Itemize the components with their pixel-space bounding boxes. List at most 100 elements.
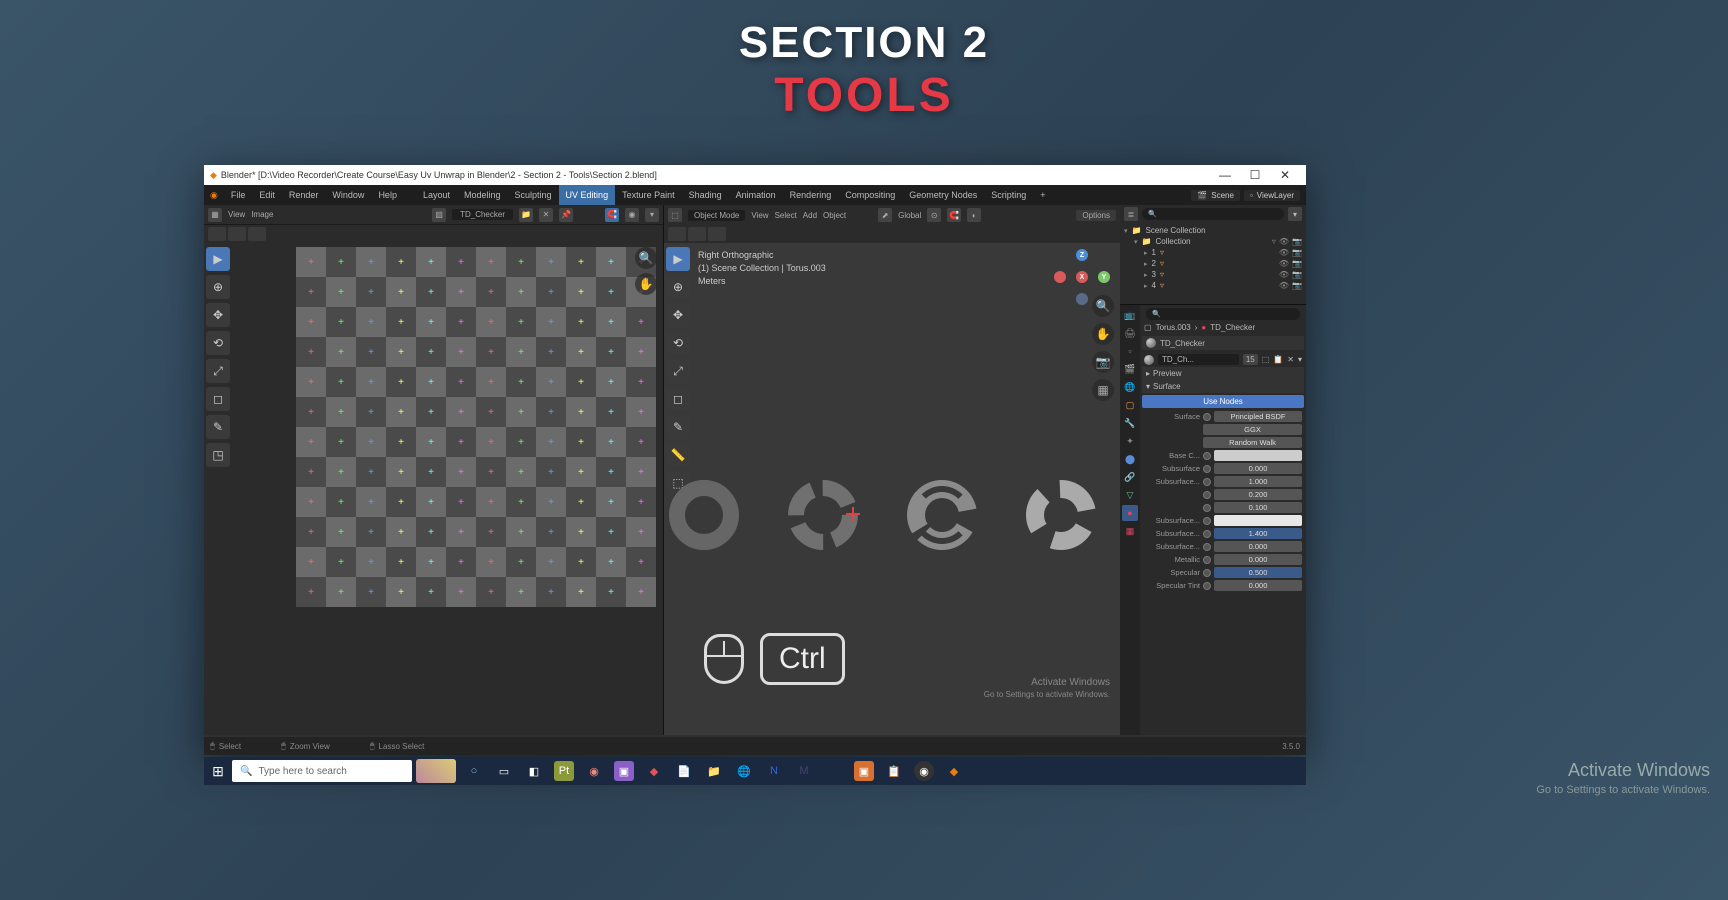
ws-animation[interactable]: Animation — [729, 185, 783, 205]
image-icon[interactable]: ▨ — [432, 208, 446, 222]
uv-edge-mode[interactable] — [228, 227, 246, 241]
node-socket-icon[interactable] — [1203, 452, 1211, 460]
ws-add[interactable]: + — [1033, 185, 1052, 205]
material-new-icon[interactable]: ⬚ — [1262, 355, 1270, 364]
ptab-scene[interactable]: 🎬 — [1122, 361, 1138, 377]
uv-tool-scale[interactable]: ⤢ — [206, 359, 230, 383]
vp-options[interactable]: Options — [1076, 210, 1116, 221]
menu-window[interactable]: Window — [325, 185, 371, 205]
prop-edit-icon[interactable]: ◐ — [967, 208, 981, 222]
surface-shader[interactable]: Principled BSDF — [1214, 411, 1302, 422]
ptab-physics[interactable]: ⬤ — [1122, 451, 1138, 467]
vp-tool-measure[interactable]: 📏 — [666, 443, 690, 467]
distribution-dropdown[interactable]: GGX — [1203, 424, 1302, 435]
value-slider[interactable]: 1.000 — [1214, 476, 1302, 487]
value-slider[interactable]: 0.200 — [1214, 489, 1302, 500]
ptab-render[interactable]: 📺 — [1122, 307, 1138, 323]
vp-pan-icon[interactable]: ✋ — [1092, 323, 1114, 345]
value-slider[interactable]: 0.000 — [1214, 541, 1302, 552]
node-socket-icon[interactable] — [1203, 413, 1211, 421]
taskbar-app4-icon[interactable]: ◆ — [644, 761, 664, 781]
vp-menu-view[interactable]: View — [751, 211, 768, 220]
uv-snap-icon[interactable]: 🧲 — [605, 208, 619, 222]
node-socket-icon[interactable] — [1203, 582, 1211, 590]
value-slider[interactable]: 0.000 — [1214, 463, 1302, 474]
vp-tool-move[interactable]: ✥ — [666, 303, 690, 327]
ptab-constraint[interactable]: 🔗 — [1122, 469, 1138, 485]
start-button[interactable]: ⊞ — [204, 757, 232, 785]
taskbar-app5-icon[interactable]: N — [764, 761, 784, 781]
taskbar-app9-icon[interactable]: 📋 — [884, 761, 904, 781]
value-slider[interactable]: 0.000 — [1214, 580, 1302, 591]
vp-tool-scale[interactable]: ⤢ — [666, 359, 690, 383]
close-button[interactable]: ✕ — [1270, 165, 1300, 185]
outliner-search[interactable]: 🔍 — [1142, 208, 1284, 220]
maximize-button[interactable]: ☐ — [1240, 165, 1270, 185]
taskbar-app3-icon[interactable]: ▣ — [614, 761, 634, 781]
uv-tool-cursor[interactable]: ⊕ — [206, 275, 230, 299]
uv-tool-rip[interactable]: ◳ — [206, 443, 230, 467]
ptab-modifier[interactable]: 🔧 — [1122, 415, 1138, 431]
ws-rendering[interactable]: Rendering — [783, 185, 839, 205]
ws-texturepaint[interactable]: Texture Paint — [615, 185, 682, 205]
3d-viewport[interactable]: ⬚ Object Mode View Select Add Object ⬈ G… — [664, 205, 1120, 735]
outliner-scene-collection[interactable]: ▾📁Scene Collection — [1124, 225, 1302, 236]
ws-layout[interactable]: Layout — [416, 185, 457, 205]
outliner-collection[interactable]: ▾📁Collection▿👁📷 — [1124, 236, 1302, 247]
torus-1[interactable] — [669, 480, 739, 550]
node-socket-icon[interactable] — [1203, 543, 1211, 551]
uv-menu-image[interactable]: Image — [251, 210, 273, 219]
vp-editor-icon[interactable]: ⬚ — [668, 208, 682, 222]
scene-selector[interactable]: 🎬Scene — [1191, 190, 1240, 201]
value-slider[interactable]: 0.000 — [1214, 554, 1302, 565]
uv-face-mode[interactable] — [248, 227, 266, 241]
material-name-field[interactable]: TD_Ch... — [1158, 354, 1239, 365]
uv-zoom-icon[interactable]: 🔍 — [635, 247, 657, 269]
ws-scripting[interactable]: Scripting — [984, 185, 1033, 205]
uv-tool-select[interactable]: ▶ — [206, 247, 230, 271]
taskbar-blender-icon[interactable]: ◆ — [944, 761, 964, 781]
ws-sculpting[interactable]: Sculpting — [508, 185, 559, 205]
vp-persp-icon[interactable]: ▦ — [1092, 379, 1114, 401]
vp-menu-add[interactable]: Add — [803, 211, 817, 220]
outliner-filter-icon[interactable]: ▾ — [1288, 207, 1302, 221]
vp-zoom-icon[interactable]: 🔍 — [1092, 295, 1114, 317]
outliner-item[interactable]: ▸4▿👁📷 — [1124, 280, 1302, 291]
ptab-object[interactable]: ▢ — [1122, 397, 1138, 413]
browse-image-icon[interactable]: 📁 — [519, 208, 533, 222]
taskbar-weather-icon[interactable] — [416, 759, 456, 783]
outliner-item[interactable]: ▸2▿👁📷 — [1124, 258, 1302, 269]
taskbar-explorer-icon[interactable]: 📁 — [704, 761, 724, 781]
use-nodes-button[interactable]: Use Nodes — [1142, 395, 1304, 408]
vp-tool-rotate[interactable]: ⟲ — [666, 331, 690, 355]
torus-3[interactable] — [907, 480, 977, 550]
ptab-viewlayer[interactable]: ▫ — [1122, 343, 1138, 359]
ws-compositing[interactable]: Compositing — [838, 185, 902, 205]
taskbar-obs-icon[interactable]: ◉ — [914, 761, 934, 781]
uv-pan-icon[interactable]: ✋ — [635, 273, 657, 295]
node-socket-icon[interactable] — [1203, 465, 1211, 473]
material-unlink-icon[interactable]: ✕ — [1287, 355, 1294, 364]
ptab-particle[interactable]: ✦ — [1122, 433, 1138, 449]
uv-tool-rotate[interactable]: ⟲ — [206, 331, 230, 355]
ws-shading[interactable]: Shading — [682, 185, 729, 205]
ptab-data[interactable]: ▽ — [1122, 487, 1138, 503]
vp-shade-material[interactable] — [708, 227, 726, 241]
uv-overlay-icon[interactable]: ◉ — [625, 208, 639, 222]
node-socket-icon[interactable] — [1203, 556, 1211, 564]
vp-tool-transform[interactable]: ◻ — [666, 387, 690, 411]
taskbar-app2-icon[interactable]: ◉ — [584, 761, 604, 781]
uv-tool-transform[interactable]: ◻ — [206, 387, 230, 411]
props-search[interactable]: 🔍 — [1146, 308, 1300, 320]
node-socket-icon[interactable] — [1203, 504, 1211, 512]
material-filter-icon[interactable]: ▾ — [1298, 355, 1302, 364]
outliner-item[interactable]: ▸3▿👁📷 — [1124, 269, 1302, 280]
ptab-material[interactable]: ● — [1122, 505, 1138, 521]
uv-tool-move[interactable]: ✥ — [206, 303, 230, 327]
menu-edit[interactable]: Edit — [252, 185, 282, 205]
value-slider[interactable]: 0.100 — [1214, 502, 1302, 513]
viewlayer-selector[interactable]: ▫ViewLayer — [1244, 190, 1300, 201]
menu-help[interactable]: Help — [371, 185, 404, 205]
vp-mode[interactable]: Object Mode — [688, 210, 745, 221]
pivot-icon[interactable]: ⊙ — [927, 208, 941, 222]
